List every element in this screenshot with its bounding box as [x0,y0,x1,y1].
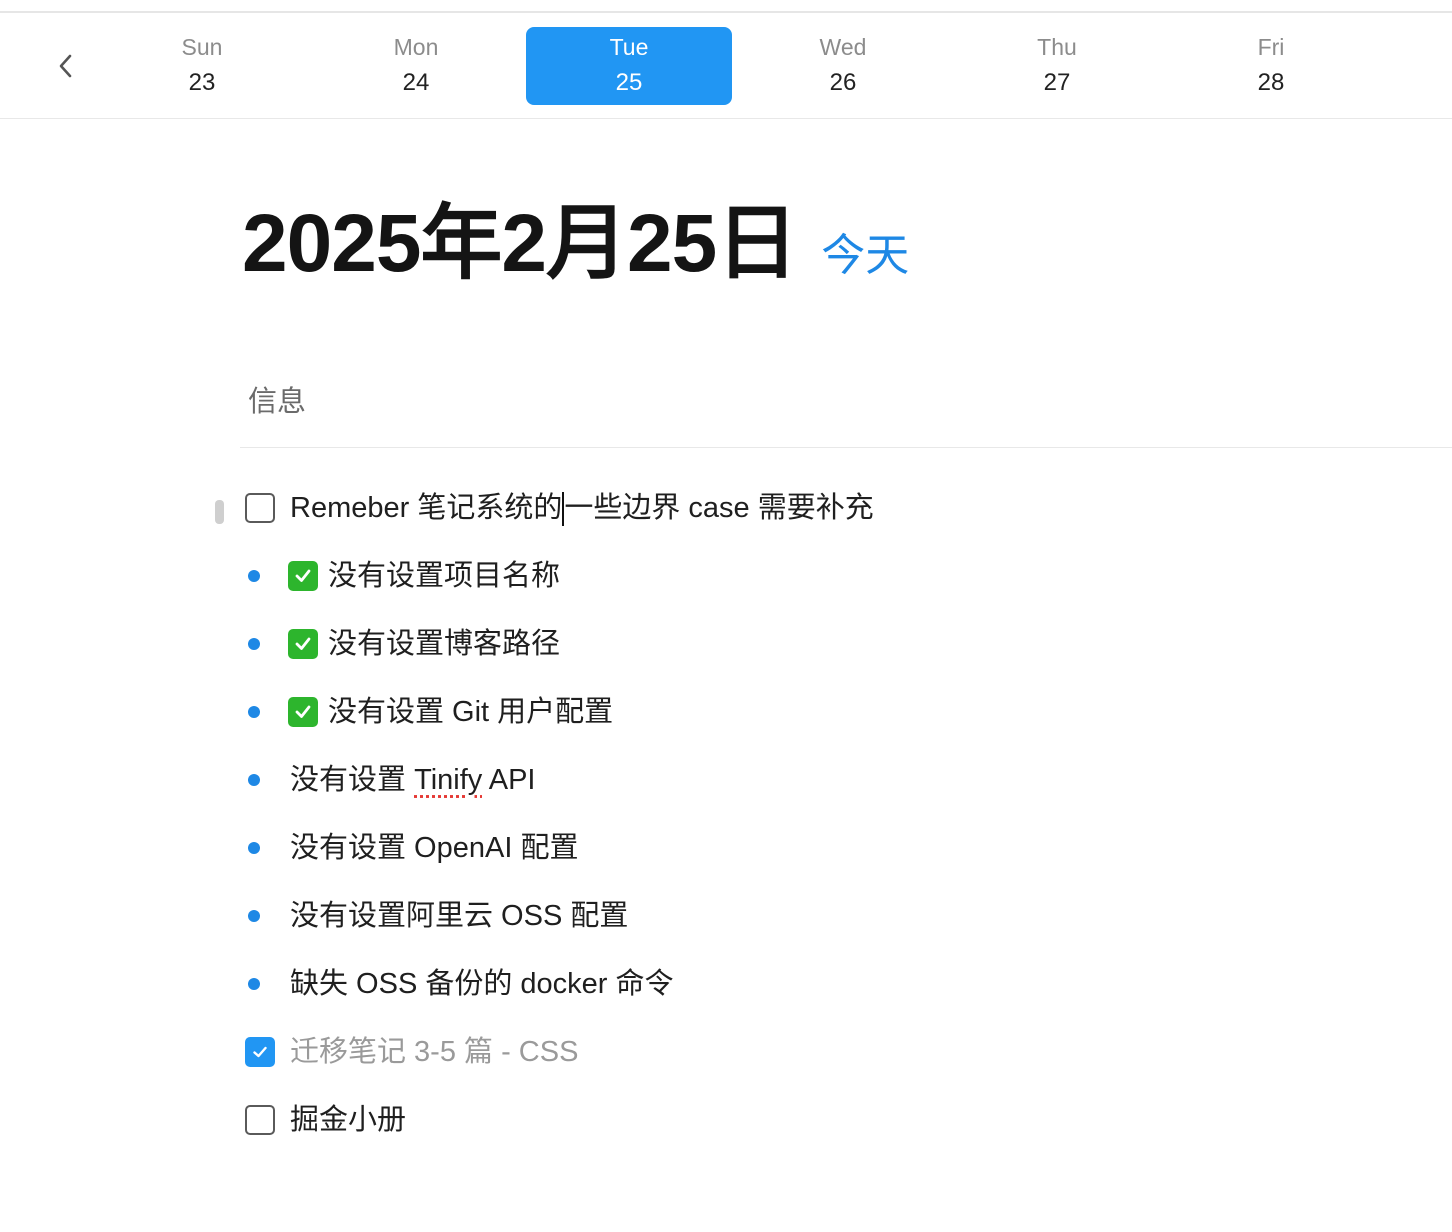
day-number: 27 [1043,69,1071,96]
bullet-dot [248,638,260,650]
day-sun[interactable]: Sun 23 [99,27,305,105]
section-title: 信息 [248,386,307,418]
day-name: Thu [1037,34,1077,60]
chevron-left-icon [59,54,72,78]
task-item[interactable]: Remeber 笔记系统的一些边界 case 需要补充 [240,474,874,542]
day-mon[interactable]: Mon 24 [313,27,519,105]
list-item[interactable]: 没有设置项目名称 [240,542,560,610]
day-number: 26 [829,69,857,96]
task-checkbox-checked[interactable] [245,1037,275,1067]
day-name: Mon [393,34,439,60]
bullet-dot [248,842,260,854]
day-name: Sun [181,34,223,60]
day-number: 23 [188,69,216,96]
list-item-text[interactable]: 没有设置项目名称 [328,556,560,596]
list-item-text[interactable]: 缺失 OSS 备份的 docker 命令 [290,964,674,1004]
section-divider [240,447,1452,448]
list-item[interactable]: 没有设置博客路径 [240,610,560,678]
task-text[interactable]: 掘金小册 [290,1100,406,1140]
bullet-dot [248,570,260,582]
task-text-part: 一些边界 case 需要补充 [564,492,874,524]
bullet-dot [248,978,260,990]
list-item-text[interactable]: 没有设置 Git 用户配置 [328,692,613,732]
check-mark-button-icon [288,561,318,591]
task-text-part: Remeber 笔记系统的 [290,492,563,524]
task-text[interactable]: Remeber 笔记系统的一些边界 case 需要补充 [290,488,874,528]
drag-handle[interactable] [215,500,224,524]
list-item[interactable]: 没有设置 OpenAI 配置 [240,814,578,882]
week-navigation-bar: Sun 23 Mon 24 Tue 25 Wed 26 Thu 27 Fri 2… [0,13,1452,119]
list-item-text[interactable]: 没有设置 Tinify API [290,760,535,800]
check-mark-button-icon [288,629,318,659]
day-name: Wed [819,34,867,60]
check-mark-button-icon [288,697,318,727]
day-number: 24 [402,69,430,96]
bullet-dot [248,774,260,786]
top-divider [0,0,1452,13]
list-item-text-part: 没有设置 [290,764,415,796]
list-item-text[interactable]: 没有设置博客路径 [328,624,560,664]
page-title: 2025年2月25日 [242,198,798,289]
day-fri[interactable]: Fri 28 [1168,27,1374,105]
misspelled-word: Tinify [414,764,483,796]
list-item-text[interactable]: 没有设置 OpenAI 配置 [290,828,578,868]
task-checkbox[interactable] [245,493,275,523]
day-number: 25 [615,69,643,96]
page-header: 2025年2月25日 今天 [242,196,909,292]
bullet-dot [248,706,260,718]
task-checkbox[interactable] [245,1105,275,1135]
task-text[interactable]: 迁移笔记 3-5 篇 - CSS [290,1032,578,1072]
today-link[interactable]: 今天 [821,230,909,282]
list-item[interactable]: 没有设置阿里云 OSS 配置 [240,882,628,950]
task-item[interactable]: 迁移笔记 3-5 篇 - CSS [240,1018,578,1086]
day-name: Tue [609,34,649,60]
bullet-dot [248,910,260,922]
day-number: 28 [1257,69,1285,96]
checkmark-icon [253,1046,267,1058]
list-item[interactable]: 没有设置 Git 用户配置 [240,678,613,746]
list-item[interactable]: 没有设置 Tinify API [240,746,535,814]
day-thu[interactable]: Thu 27 [954,27,1160,105]
list-item-text-part: API [482,764,536,796]
day-name: Fri [1257,34,1285,60]
task-item[interactable]: 掘金小册 [240,1086,406,1154]
list-item-text[interactable]: 没有设置阿里云 OSS 配置 [290,896,628,936]
previous-week-button[interactable] [52,51,80,81]
day-tue-selected[interactable]: Tue 25 [526,27,732,105]
list-item[interactable]: 缺失 OSS 备份的 docker 命令 [240,950,674,1018]
day-wed[interactable]: Wed 26 [740,27,946,105]
